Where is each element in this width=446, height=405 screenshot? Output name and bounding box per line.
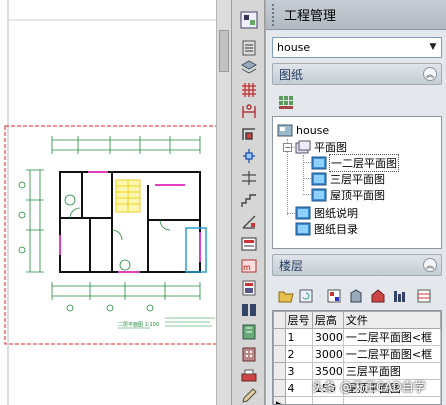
table-row[interactable]: ▶ xyxy=(273,396,441,404)
floors-section-header[interactable]: 楼层 ︽ xyxy=(272,254,442,276)
axis-grid-tool-icon[interactable] xyxy=(238,80,260,100)
floor-file-cell[interactable]: 一二层平面图<框 xyxy=(342,328,441,346)
drawings-tree[interactable]: house − 平面图 一二层平面图 三层平面图 屋顶平面图 图纸说明 图纸目录 xyxy=(272,116,442,249)
elevation-view-icon[interactable] xyxy=(370,288,386,304)
drawing-set-icon[interactable] xyxy=(278,94,294,110)
tool-strip: m xyxy=(231,0,265,405)
floor-height-cell[interactable]: 3500 xyxy=(311,362,344,380)
row-header[interactable] xyxy=(273,345,286,363)
project-manager-panel: 工程管理 house ▼ 图纸 ︽ house − 平面图 一二层平面图 三层平… xyxy=(265,0,446,405)
stack-view-icon[interactable] xyxy=(416,288,432,304)
panel-title: 工程管理 xyxy=(284,9,337,24)
row-header[interactable] xyxy=(273,328,286,346)
folder-icon xyxy=(295,140,311,154)
dimension-tool-icon[interactable]: m xyxy=(238,256,260,276)
panel-title-bar[interactable]: 工程管理 xyxy=(266,0,446,30)
floor-number-cell[interactable]: 2 xyxy=(284,345,313,363)
project-icon xyxy=(277,124,293,137)
project-combo[interactable]: house ▼ xyxy=(272,37,442,58)
drawing-file-icon xyxy=(295,222,311,236)
print-tool-icon[interactable] xyxy=(238,366,260,386)
building-tool-icon[interactable] xyxy=(238,344,260,364)
room-tool-icon[interactable] xyxy=(238,168,260,188)
floors-section-title: 楼层 xyxy=(279,258,304,273)
panel-grip-icon[interactable] xyxy=(272,3,278,26)
svg-text:m: m xyxy=(243,263,251,272)
column-header[interactable]: 层高 xyxy=(311,311,344,329)
text-table-tool-icon[interactable] xyxy=(238,278,260,298)
section-view-icon[interactable] xyxy=(392,288,408,304)
column-header[interactable]: 文件 xyxy=(342,311,441,329)
floor-number-cell[interactable]: 4 xyxy=(284,379,313,397)
floor-height-cell[interactable]: 3000 xyxy=(311,328,344,346)
collapse-toggle-icon[interactable]: − xyxy=(283,143,292,152)
layers-tool-icon[interactable] xyxy=(238,58,260,78)
wall-tool-icon[interactable] xyxy=(238,124,260,144)
collapse-icon[interactable]: ︽ xyxy=(423,67,437,81)
table-header-row: 层号 层高 文件 xyxy=(273,311,441,329)
floor-file-cell[interactable]: 一二层平面图<框 xyxy=(342,345,441,363)
edit-tool-icon[interactable] xyxy=(238,386,260,405)
drawing-file-icon xyxy=(295,206,311,220)
elevation-tool-icon[interactable] xyxy=(238,234,260,254)
tree-root-house[interactable]: house xyxy=(277,122,329,138)
table-row[interactable]: 3 3500 三层平面图 xyxy=(273,362,441,380)
tree-item-notes[interactable]: 图纸说明 xyxy=(295,205,358,221)
canvas-vertical-scrollbar[interactable] xyxy=(216,0,231,405)
current-row-marker[interactable]: ▶ xyxy=(273,396,286,404)
row-header[interactable] xyxy=(273,379,286,397)
table-row[interactable]: 1 3000 一二层平面图<框 xyxy=(273,328,441,346)
tree-item-floor-3[interactable]: 三层平面图 xyxy=(311,171,385,187)
floor-toolbar xyxy=(272,286,442,306)
dropdown-arrow-icon[interactable]: ▼ xyxy=(425,38,441,57)
drawing-file-icon xyxy=(311,156,327,170)
floor-file-cell[interactable]: 三层平面图 xyxy=(342,362,441,380)
column-tool-icon[interactable] xyxy=(238,102,260,122)
drawing-caption: 二层平面图 1:100 xyxy=(118,322,159,328)
project-combo-value: house xyxy=(277,41,311,54)
layer-stack-tool-icon[interactable] xyxy=(238,38,260,58)
tree-item-floor-1-2[interactable]: 一二层平面图 xyxy=(311,154,399,172)
floor-table-icon[interactable] xyxy=(326,288,342,304)
drawing-canvas[interactable]: 二层平面图 1:100 xyxy=(0,0,231,405)
floor-number-cell[interactable]: 3 xyxy=(284,362,313,380)
scrollbar-thumb[interactable] xyxy=(219,30,229,72)
floor-plan-drawing: 二层平面图 1:100 xyxy=(4,0,216,405)
section-tool-icon[interactable] xyxy=(238,322,260,342)
collapse-icon[interactable]: ︽ xyxy=(423,258,437,272)
drawings-section-title: 图纸 xyxy=(279,67,304,82)
project-manager-tool-icon[interactable] xyxy=(238,10,260,30)
tree-folder-plans[interactable]: 平面图 xyxy=(295,139,347,155)
refresh-icon[interactable] xyxy=(298,288,314,304)
column-header[interactable]: 层号 xyxy=(284,311,313,329)
table-row[interactable]: 2 3000 一二层平面图<框 xyxy=(273,345,441,363)
stair-tool-icon[interactable] xyxy=(238,190,260,210)
tree-item-index[interactable]: 图纸目录 xyxy=(295,221,358,237)
building-3d-icon[interactable] xyxy=(348,288,364,304)
drawing-file-icon xyxy=(311,188,327,202)
floor-height-cell[interactable]: 3000 xyxy=(311,345,344,363)
tree-item-roof[interactable]: 屋顶平面图 xyxy=(311,187,385,203)
row-header[interactable] xyxy=(273,362,286,380)
floor-number-cell[interactable]: 1 xyxy=(284,328,313,346)
watermark: 头条 @天正CAD自学 xyxy=(312,380,426,394)
open-folder-icon[interactable] xyxy=(278,288,294,304)
drawing-file-icon xyxy=(311,172,327,186)
drawing-library-tool-icon[interactable] xyxy=(238,300,260,320)
slope-tool-icon[interactable] xyxy=(238,212,260,232)
door-window-tool-icon[interactable] xyxy=(238,146,260,166)
drawings-section-header[interactable]: 图纸 ︽ xyxy=(272,63,442,85)
